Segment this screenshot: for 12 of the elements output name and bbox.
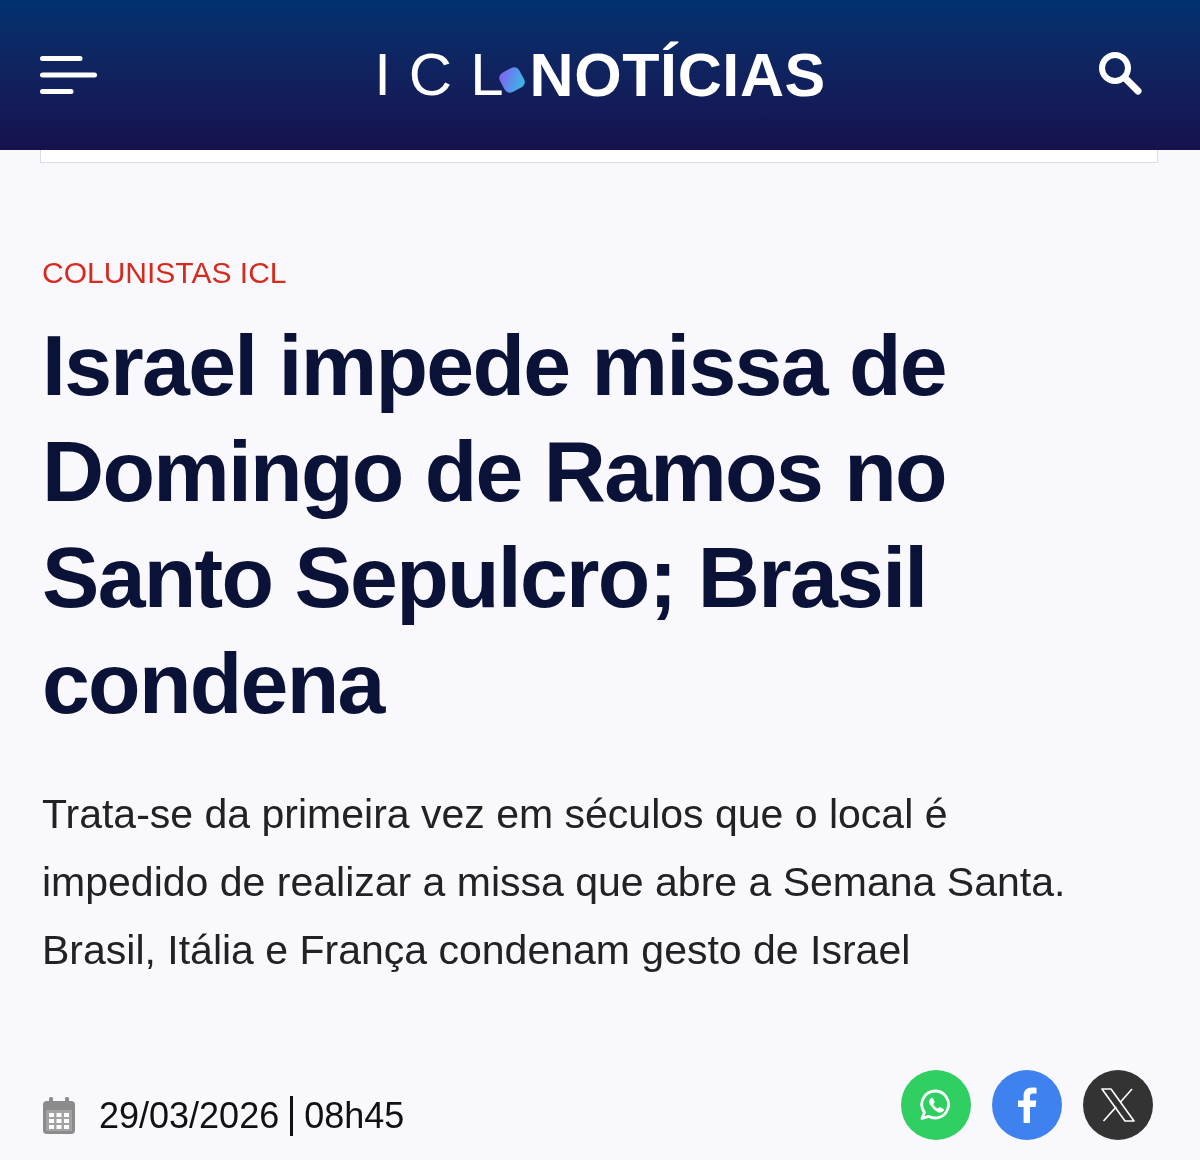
search-icon[interactable] [1097,50,1143,96]
article-summary: Trata-se da primeira vez em séculos que o local é impedido de realizar a missa que abre a Semana Santa. Brasil, Itália e França condenam gesto de Israel [42,790,1067,975]
article-headline: Israel impede missa de Domingo de Ramos no Santo Sepulcro; Brasil condena [42,316,947,733]
x-logo-icon [1100,1088,1136,1122]
publish-time: 08h45 [304,1096,405,1136]
menu-icon[interactable] [40,56,97,94]
category-label[interactable]: COLUNISTAS ICL [42,255,1158,291]
calendar-icon [42,1097,76,1135]
publish-date: 29/03/2026 [99,1096,280,1136]
facebook-icon [1017,1087,1037,1123]
logo-initials[interactable]: ICL [374,40,522,110]
logo-wordmark[interactable]: NOTÍCIAS [529,40,826,110]
